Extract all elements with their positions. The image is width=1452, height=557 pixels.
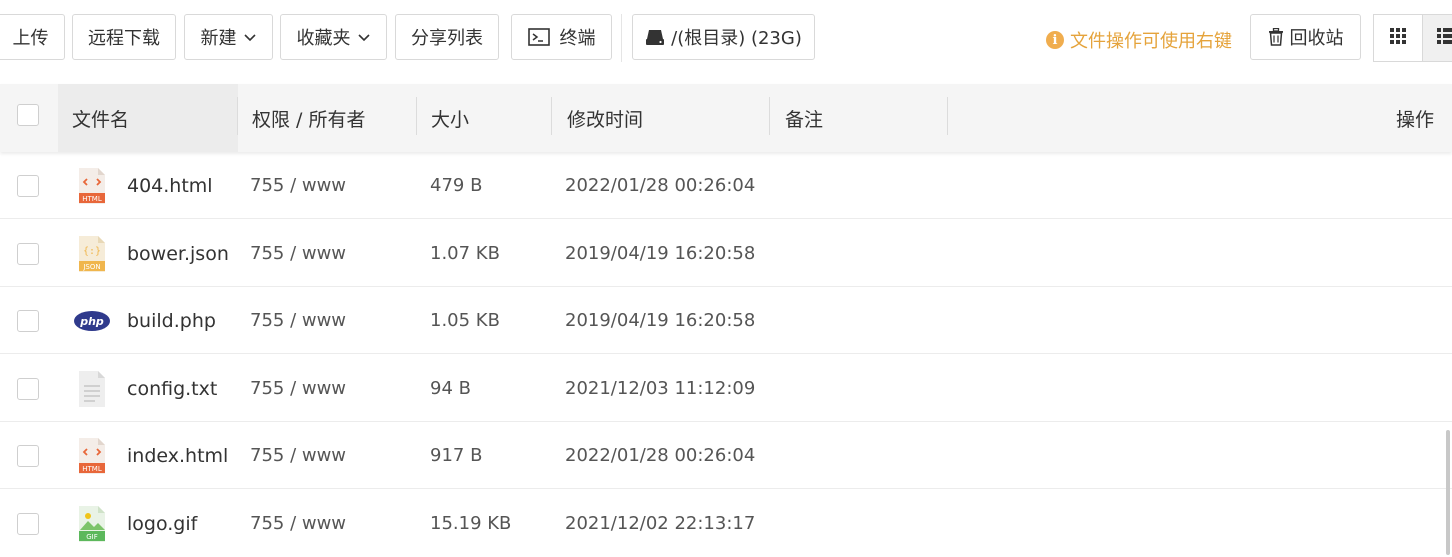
file-name[interactable]: 404.html xyxy=(127,152,213,219)
table-row[interactable]: HTML index.html 755 / www 917 B 2022/01/… xyxy=(0,422,1452,489)
txt-file-icon xyxy=(79,371,105,407)
file-name[interactable]: bower.json xyxy=(127,220,229,287)
share-list-label: 分享列表 xyxy=(411,28,483,49)
share-list-button[interactable]: 分享列表 xyxy=(395,14,499,60)
new-button[interactable]: 新建 xyxy=(184,14,273,60)
grid-view-button[interactable] xyxy=(1373,14,1423,62)
favorites-label: 收藏夹 xyxy=(296,28,351,49)
html-file-icon: HTML xyxy=(79,168,105,204)
svg-text:php: php xyxy=(79,315,104,328)
table-row[interactable]: php build.php 755 / www 1.05 KB 2019/04/… xyxy=(0,287,1452,354)
terminal-button[interactable]: 终端 xyxy=(511,14,612,60)
row-checkbox[interactable] xyxy=(17,378,39,400)
file-size: 479 B xyxy=(430,175,483,196)
row-checkbox[interactable] xyxy=(17,175,39,197)
file-modified: 2022/01/28 00:26:04 xyxy=(565,445,756,466)
svg-text:JSON: JSON xyxy=(82,263,100,271)
list-view-button[interactable] xyxy=(1422,14,1452,62)
row-checkbox[interactable] xyxy=(17,445,39,467)
select-all-checkbox[interactable] xyxy=(17,104,39,126)
table-row[interactable]: config.txt 755 / www 94 B 2021/12/03 11:… xyxy=(0,355,1452,422)
scrollbar-thumb[interactable] xyxy=(1446,430,1450,555)
right-click-tip: i 文件操作可使用右键 xyxy=(1046,26,1232,54)
toolbar-divider xyxy=(621,14,622,62)
recycle-label: 回收站 xyxy=(1289,28,1344,49)
recycle-bin-button[interactable]: 回收站 xyxy=(1250,14,1361,60)
chevron-down-icon xyxy=(357,30,371,44)
file-table-header: 文件名 权限 / 所有者 大小 修改时间 备注 操作 xyxy=(0,84,1452,152)
file-name[interactable]: build.php xyxy=(127,287,216,354)
grid-icon xyxy=(1390,28,1406,48)
new-label: 新建 xyxy=(200,28,237,49)
upload-label: 上传 xyxy=(12,28,49,49)
upload-button[interactable]: 上传 xyxy=(0,14,65,60)
file-size: 1.07 KB xyxy=(430,243,500,264)
header-size[interactable]: 大小 xyxy=(431,84,469,152)
gif-file-icon: GIF xyxy=(79,506,105,542)
file-permission[interactable]: 755 / www xyxy=(250,287,346,354)
file-modified: 2021/12/03 11:12:09 xyxy=(565,378,756,399)
row-checkbox[interactable] xyxy=(17,513,39,535)
tip-label: 文件操作可使用右键 xyxy=(1070,31,1232,52)
trash-icon xyxy=(1268,28,1284,46)
svg-text:{:}: {:} xyxy=(83,246,101,257)
path-label: /(根目录) (23G) xyxy=(671,28,802,49)
row-checkbox[interactable] xyxy=(17,310,39,332)
header-actions: 操作 xyxy=(1396,108,1435,131)
svg-text:HTML: HTML xyxy=(82,195,102,203)
file-size: 1.05 KB xyxy=(430,310,500,331)
column-divider xyxy=(416,97,417,135)
chevron-down-icon xyxy=(243,30,257,44)
file-permission[interactable]: 755 / www xyxy=(250,355,346,422)
file-permission[interactable]: 755 / www xyxy=(250,422,346,489)
file-name[interactable]: config.txt xyxy=(127,355,217,422)
file-permission[interactable]: 755 / www xyxy=(250,220,346,287)
column-divider xyxy=(947,97,948,135)
php-file-icon: php xyxy=(74,311,110,331)
row-checkbox[interactable] xyxy=(17,243,39,265)
json-file-icon: {:} JSON xyxy=(79,236,105,272)
file-modified: 2022/01/28 00:26:04 xyxy=(565,175,756,196)
svg-text:GIF: GIF xyxy=(86,533,98,541)
terminal-icon xyxy=(527,28,550,46)
list-icon xyxy=(1437,28,1452,48)
header-note: 备注 xyxy=(785,108,824,131)
file-size: 917 B xyxy=(430,445,483,466)
path-button[interactable]: /(根目录) (23G) xyxy=(632,14,815,60)
column-divider xyxy=(237,97,238,135)
column-divider xyxy=(769,97,770,135)
file-size: 15.19 KB xyxy=(430,513,512,534)
html-file-icon: HTML xyxy=(79,438,105,474)
file-permission[interactable]: 755 / www xyxy=(250,152,346,219)
table-row[interactable]: HTML 404.html 755 / www 479 B 2022/01/28… xyxy=(0,152,1452,219)
header-modified[interactable]: 修改时间 xyxy=(567,84,643,152)
file-size: 94 B xyxy=(430,378,471,399)
terminal-label: 终端 xyxy=(559,28,596,49)
header-name[interactable]: 文件名 xyxy=(72,84,129,152)
header-permission[interactable]: 权限 / 所有者 xyxy=(252,84,365,152)
file-name[interactable]: index.html xyxy=(127,422,228,489)
remote-download-button[interactable]: 远程下载 xyxy=(72,14,176,60)
disk-icon xyxy=(645,28,665,46)
file-modified: 2019/04/19 16:20:58 xyxy=(565,310,756,331)
table-row[interactable]: GIF logo.gif 755 / www 15.19 KB 2021/12/… xyxy=(0,490,1452,557)
favorites-button[interactable]: 收藏夹 xyxy=(280,14,387,60)
info-icon: i xyxy=(1046,31,1064,49)
file-modified: 2019/04/19 16:20:58 xyxy=(565,243,756,264)
file-name[interactable]: logo.gif xyxy=(127,490,197,557)
file-permission[interactable]: 755 / www xyxy=(250,490,346,557)
column-divider xyxy=(551,97,552,135)
svg-text:HTML: HTML xyxy=(82,465,102,473)
file-modified: 2021/12/02 22:13:17 xyxy=(565,513,756,534)
remote-download-label: 远程下载 xyxy=(88,28,160,49)
toolbar: 上传 远程下载 新建 收藏夹 分享列表 终端 /(根目录) (23G) i 文件… xyxy=(0,0,1452,84)
table-row[interactable]: {:} JSON bower.json 755 / www 1.07 KB 20… xyxy=(0,220,1452,287)
